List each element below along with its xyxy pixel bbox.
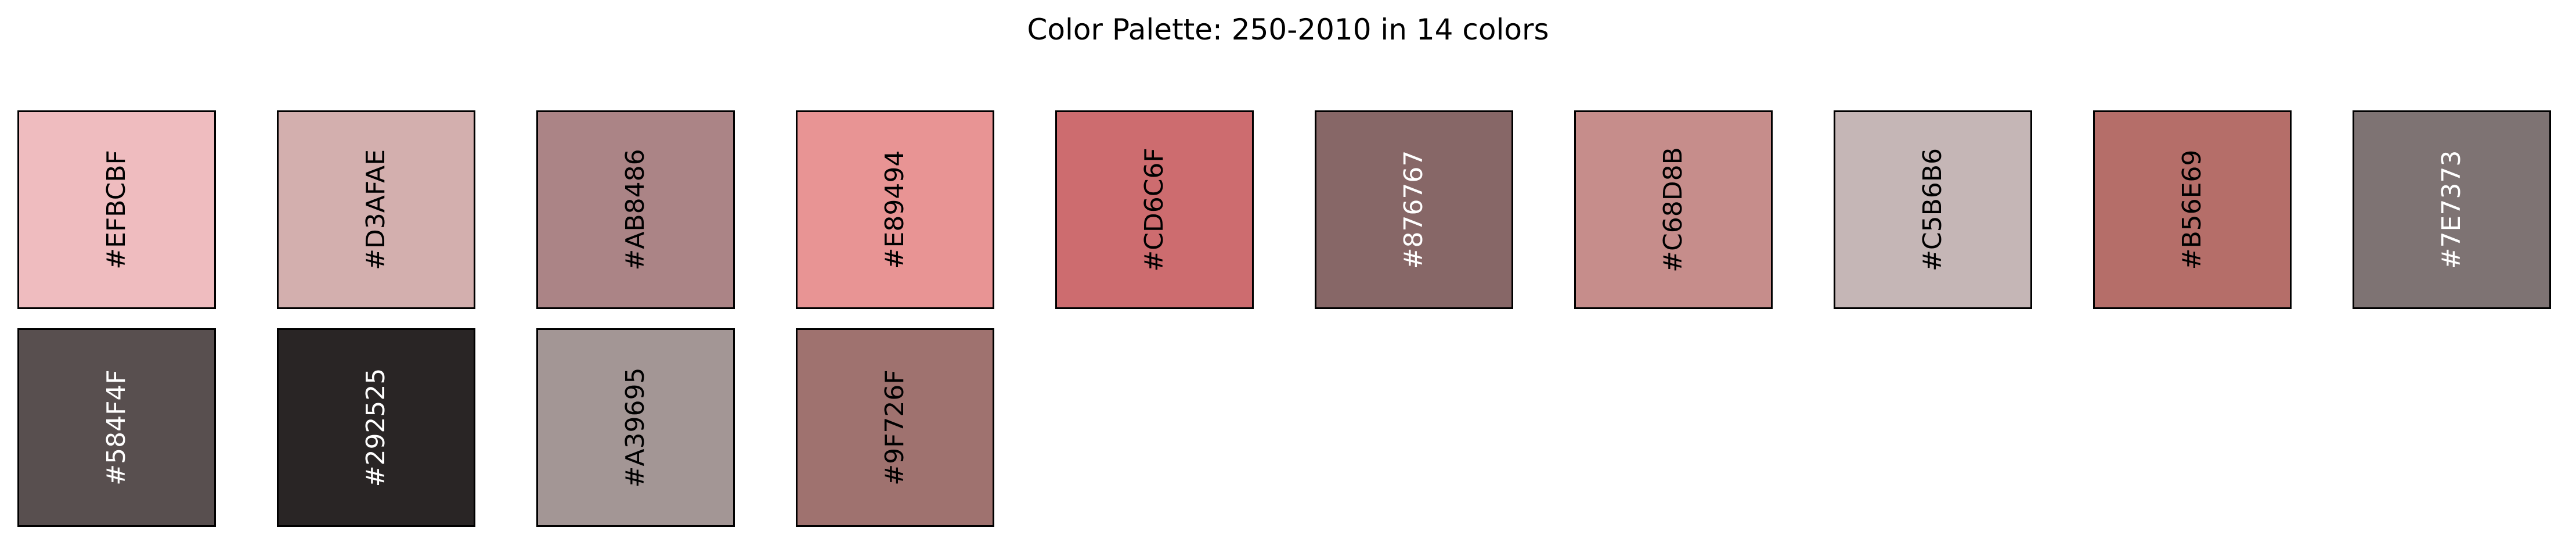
color-swatch: #AB8486 xyxy=(536,110,735,309)
color-swatch: #7E7373 xyxy=(2353,110,2551,309)
swatch-hex-label: #584F4F xyxy=(102,369,131,486)
swatch-hex-label: #B56E69 xyxy=(2177,149,2207,270)
color-swatch: #C68D8B xyxy=(1574,110,1773,309)
color-swatch: #584F4F xyxy=(17,328,216,527)
color-swatch: #9F726F xyxy=(796,328,994,527)
swatch-hex-label: #C68D8B xyxy=(1658,147,1688,272)
swatch-hex-label: #E89494 xyxy=(880,150,910,270)
swatch-hex-label: #EFBCBF xyxy=(102,150,131,270)
color-swatch: #D3AFAE xyxy=(277,110,475,309)
swatch-hex-label: #D3AFAE xyxy=(361,149,391,271)
swatch-grid: #EFBCBF #D3AFAE #AB8486 #E89494 #CD6C6F #8767… xyxy=(0,0,2576,542)
swatch-hex-label: #9F726F xyxy=(880,369,910,486)
color-swatch: #A39695 xyxy=(536,328,735,527)
color-swatch: #CD6C6F xyxy=(1055,110,1254,309)
color-swatch: #EFBCBF xyxy=(17,110,216,309)
color-swatch: #876767 xyxy=(1315,110,1513,309)
swatch-hex-label: #A39695 xyxy=(620,367,650,488)
swatch-hex-label: #876767 xyxy=(1399,150,1428,270)
color-swatch: #E89494 xyxy=(796,110,994,309)
color-swatch: #C5B6B6 xyxy=(1834,110,2032,309)
swatch-hex-label: #292525 xyxy=(361,368,391,487)
swatch-hex-label: #CD6C6F xyxy=(1139,148,1169,272)
color-swatch: #B56E69 xyxy=(2093,110,2292,309)
swatch-hex-label: #AB8486 xyxy=(620,149,650,271)
swatch-hex-label: #C5B6B6 xyxy=(1918,148,1947,271)
color-swatch: #292525 xyxy=(277,328,475,527)
swatch-hex-label: #7E7373 xyxy=(2437,150,2466,270)
